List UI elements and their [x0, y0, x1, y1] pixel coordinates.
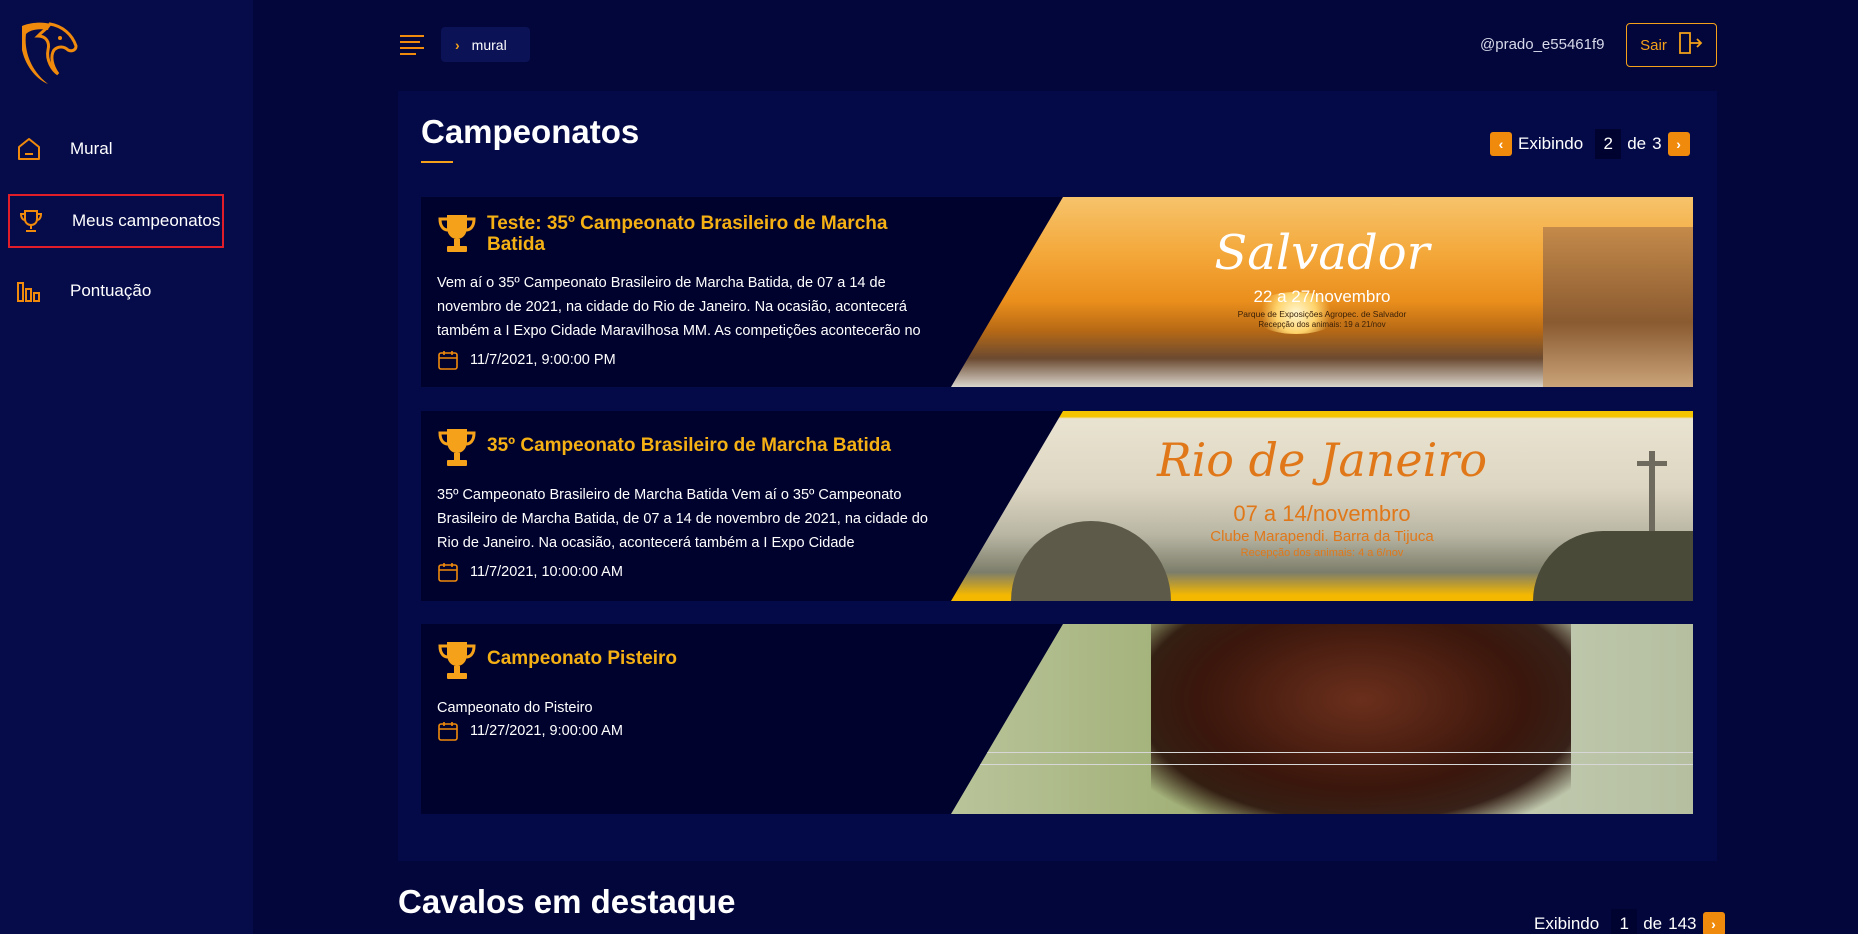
championship-card[interactable]: 35º Campeonato Brasileiro de Marcha Bati… [421, 411, 1693, 601]
pager-label: Exibindo [1518, 134, 1584, 153]
trophy-icon [16, 206, 46, 236]
championship-date: 11/7/2021, 9:00:00 PM [437, 349, 616, 371]
championship-card[interactable]: Teste: 35º Campeonato Brasileiro de Marc… [421, 197, 1693, 387]
horse-logo-icon[interactable] [18, 20, 78, 88]
championship-banner-image [951, 624, 1693, 814]
trophy-icon [437, 427, 477, 469]
banner-dates: 22 a 27/novembro [1253, 287, 1391, 306]
championship-description: 35º Campeonato Brasileiro de Marcha Bati… [437, 487, 928, 551]
logout-button[interactable]: Sair [1626, 23, 1717, 67]
sidebar-item-label: Pontuação [70, 281, 152, 300]
championship-description: Vem aí o 35º Campeonato Brasileiro de Ma… [437, 275, 921, 339]
pager-label: Exibindo [1534, 914, 1600, 933]
logout-label: Sair [1640, 36, 1667, 54]
championship-date-text: 11/27/2021, 9:00:00 AM [470, 723, 623, 739]
championship-banner-image: Rio de Janeiro 07 a 14/novembro Clube Ma… [951, 411, 1693, 601]
pager-current: 2 [1595, 129, 1622, 159]
featured-pager: Exibindo 1 de 143 › [1528, 909, 1725, 934]
calendar-icon [437, 720, 459, 742]
championship-title: Campeonato Pisteiro [487, 648, 678, 669]
banner-city: Salvador [1214, 225, 1430, 281]
championships-pager: ‹ Exibindo 2 de 3 › [1490, 129, 1690, 159]
sidebar-item-mural[interactable]: Mural [8, 122, 224, 176]
title-underline [421, 161, 453, 163]
bar-chart-icon [14, 276, 44, 306]
championship-date-text: 11/7/2021, 10:00:00 AM [470, 564, 623, 580]
trophy-icon [437, 640, 477, 682]
championship-title: 35º Campeonato Brasileiro de Marcha Bati… [487, 435, 891, 456]
sidebar-item-label: Meus campeonatos [72, 211, 221, 230]
pager-current: 1 [1611, 909, 1638, 934]
pager-total: 143 [1668, 914, 1697, 933]
championship-title: Teste: 35º Campeonato Brasileiro de Marc… [487, 213, 888, 255]
pager-of: de [1643, 914, 1663, 933]
sidebar-item-label: Mural [70, 139, 113, 158]
fence-wire [951, 752, 1693, 753]
sidebar-item-meus-campeonatos[interactable]: Meus campeonatos [8, 194, 224, 248]
banner-venue: Parque de Exposições Agropec. de Salvado… [1237, 309, 1407, 319]
breadcrumb-item[interactable]: mural [472, 37, 507, 53]
home-icon [14, 134, 44, 164]
sidebar-item-pontuacao[interactable]: Pontuação [8, 264, 224, 318]
chevron-left-icon[interactable]: ‹ [1490, 132, 1512, 156]
pager-total: 3 [1652, 134, 1662, 153]
banner-reception: Recepção dos animais: 4 a 6/nov [1240, 547, 1404, 559]
calendar-icon [437, 561, 459, 583]
pager-of: de [1627, 134, 1647, 153]
trophy-icon [437, 213, 477, 255]
chevron-right-icon[interactable]: › [1667, 132, 1690, 156]
fence-wire [951, 764, 1693, 765]
menu-toggle-icon[interactable] [398, 32, 426, 56]
featured-horses-title: Cavalos em destaque [398, 883, 736, 920]
championship-date-text: 11/7/2021, 9:00:00 PM [470, 352, 616, 368]
sidebar: Mural Meus campeonatos Pontuação [0, 0, 253, 934]
championship-banner-image: Salvador 22 a 27/novembro Parque de Expo… [951, 197, 1693, 387]
horse-shape [1151, 624, 1571, 814]
championship-date: 11/7/2021, 10:00:00 AM [437, 561, 623, 583]
chevron-right-icon: › [455, 36, 460, 53]
banner-reception: Recepção dos animais: 19 a 21/nov [1258, 320, 1386, 329]
username: @prado_e55461f9 [1480, 36, 1605, 53]
banner-venue: Clube Marapendi. Barra da Tijuca [1210, 528, 1434, 545]
championships-title: Campeonatos [421, 113, 640, 150]
championship-card[interactable]: Campeonato Pisteiro Campeonato do Pistei… [421, 624, 1693, 814]
chevron-right-icon[interactable]: › [1702, 912, 1725, 934]
banner-dates: 07 a 14/novembro [1233, 501, 1411, 526]
banner-city: Rio de Janeiro [1156, 433, 1488, 487]
breadcrumb[interactable]: › mural [441, 27, 530, 62]
calendar-icon [437, 349, 459, 371]
championship-date: 11/27/2021, 9:00:00 AM [437, 720, 623, 742]
logout-icon [1677, 31, 1703, 59]
